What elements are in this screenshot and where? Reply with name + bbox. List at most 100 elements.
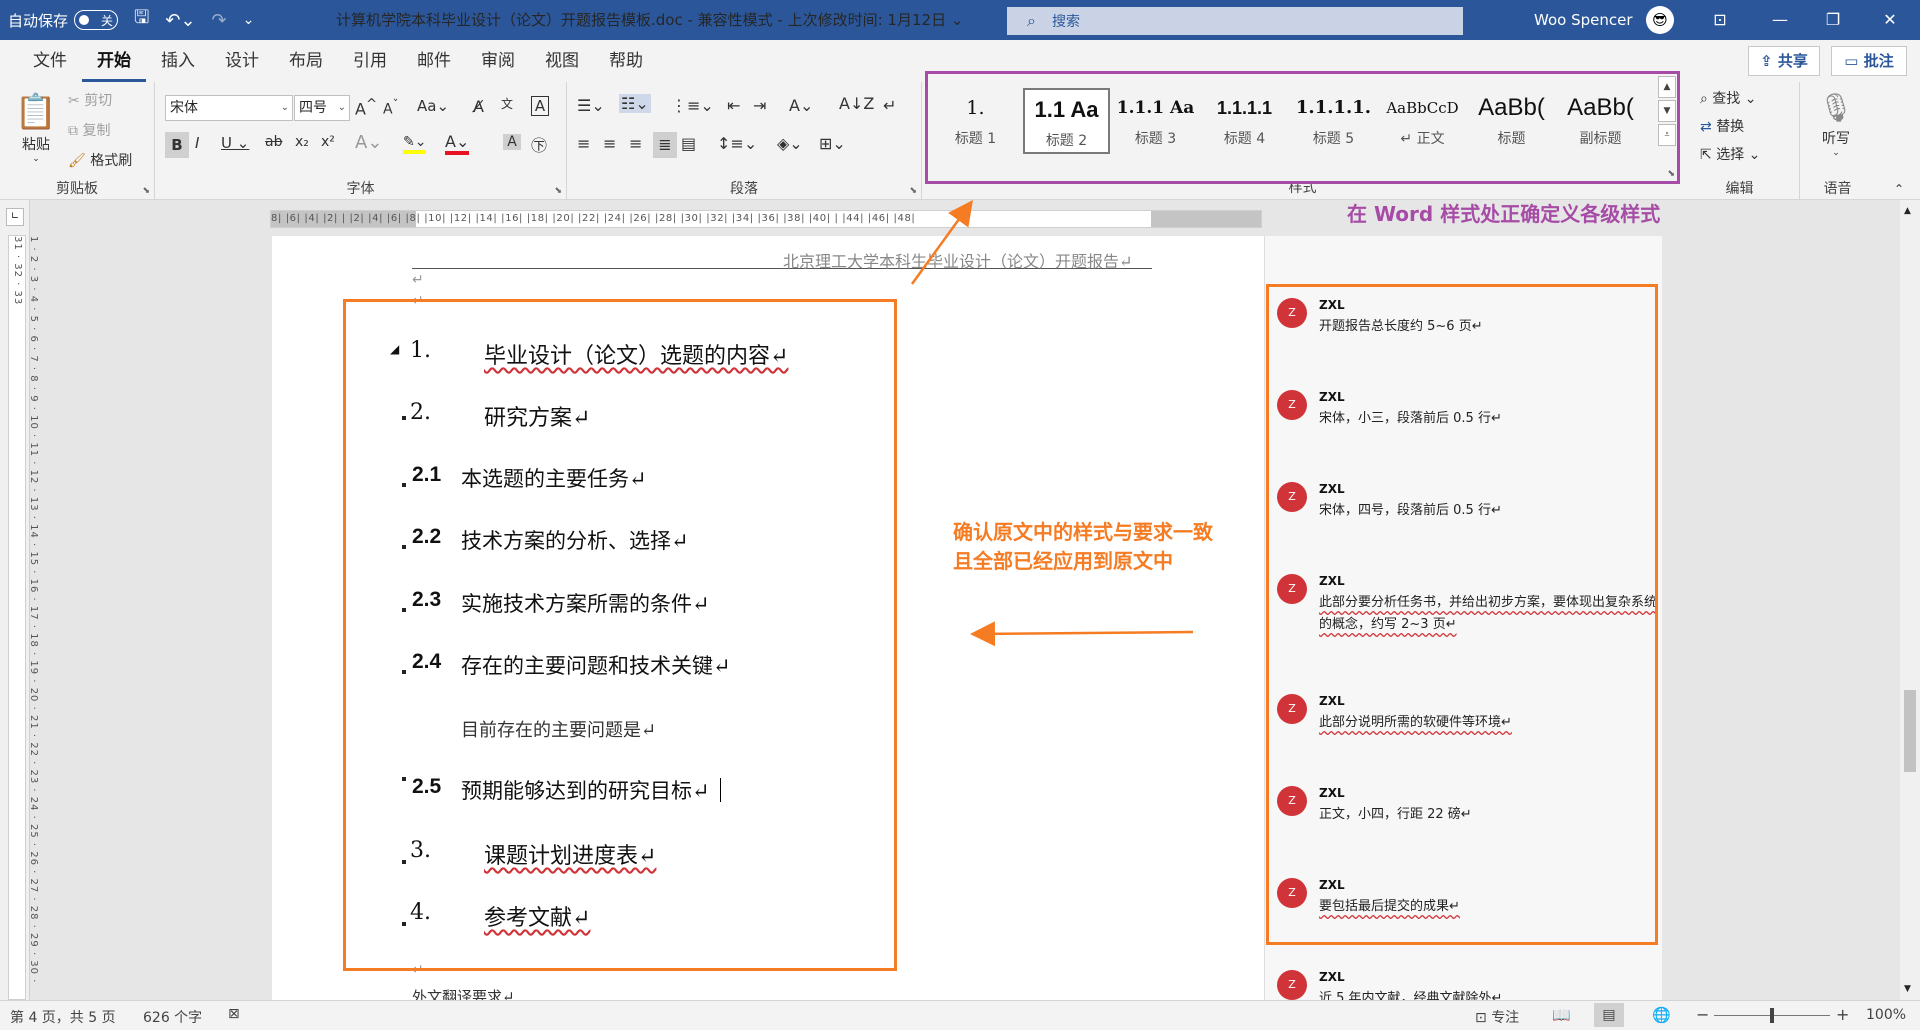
zoom-level[interactable]: 100% bbox=[1866, 1007, 1906, 1023]
show-marks-icon[interactable]: ↵ bbox=[883, 96, 896, 115]
zoom-out-icon[interactable]: − bbox=[1696, 1005, 1709, 1024]
shading-icon[interactable]: ◈⌄ bbox=[777, 134, 803, 153]
font-color-icon[interactable]: A⌄ bbox=[445, 132, 470, 155]
style-subtitle[interactable]: AaBb(副标题 bbox=[1557, 88, 1644, 154]
multilevel-list-icon[interactable]: ⋮≡⌄ bbox=[671, 96, 714, 115]
italic-icon[interactable]: I bbox=[195, 134, 199, 152]
distributed-icon[interactable]: ▤ bbox=[681, 134, 696, 153]
zoom-slider-thumb[interactable] bbox=[1770, 1008, 1774, 1023]
share-button[interactable]: ⇪ 共享 bbox=[1748, 46, 1820, 76]
maximize-icon[interactable]: ❐ bbox=[1803, 0, 1863, 40]
autosave-toggle[interactable]: 关 bbox=[74, 10, 119, 30]
decrease-indent-icon[interactable]: ⇤ bbox=[727, 96, 740, 115]
gallery-scroll-down-icon[interactable]: ▼ bbox=[1658, 100, 1676, 122]
dialog-launcher-icon[interactable]: ⬊ bbox=[142, 186, 150, 196]
tab-insert[interactable]: 插入 bbox=[146, 40, 210, 82]
gallery-scroll-up-icon[interactable]: ▲ bbox=[1658, 76, 1676, 98]
underline-icon[interactable]: U ⌄ bbox=[221, 134, 249, 152]
align-right-icon[interactable]: ≡ bbox=[629, 134, 642, 153]
line-spacing-icon[interactable]: ↕≡⌄ bbox=[717, 134, 757, 153]
focus-button[interactable]: ⊡ 专注 bbox=[1475, 1007, 1519, 1027]
format-painter-button[interactable]: 🖌 格式刷 bbox=[68, 150, 132, 170]
search-box[interactable]: ⌕ 搜索 bbox=[1007, 7, 1463, 35]
numbering-icon[interactable]: ☷⌄ bbox=[619, 94, 651, 113]
style-heading-5[interactable]: 1.1.1.1. 标题 5 bbox=[1290, 88, 1377, 154]
scroll-down-icon[interactable]: ▼ bbox=[1904, 984, 1911, 994]
ribbon-display-icon[interactable]: ⊡ bbox=[1690, 0, 1750, 40]
read-mode-icon[interactable]: 📖 bbox=[1552, 1006, 1571, 1024]
justify-icon[interactable]: ≣ bbox=[653, 132, 677, 158]
tab-help[interactable]: 帮助 bbox=[594, 40, 658, 82]
cut-button[interactable]: ✂ 剪切 bbox=[68, 90, 112, 110]
undo-icon[interactable]: ↶⌄ bbox=[157, 0, 203, 40]
find-button[interactable]: ⌕ 查找 ⌄ bbox=[1700, 88, 1756, 108]
tab-review[interactable]: 审阅 bbox=[466, 40, 530, 82]
avatar[interactable]: 😎 bbox=[1646, 6, 1674, 34]
word-count[interactable]: 626 个字 bbox=[143, 1007, 202, 1027]
increase-indent-icon[interactable]: ⇥ bbox=[753, 96, 766, 115]
tab-home[interactable]: 开始 bbox=[82, 40, 146, 82]
zoom-in-icon[interactable]: + bbox=[1836, 1005, 1849, 1024]
web-layout-icon[interactable]: 🌐 bbox=[1652, 1006, 1671, 1024]
bullets-icon[interactable]: ☰⌄ bbox=[577, 96, 605, 115]
tab-selector-icon[interactable]: ∟ bbox=[6, 208, 24, 226]
replace-button[interactable]: ⇄ 替换 bbox=[1700, 116, 1744, 136]
bold-icon[interactable]: B bbox=[165, 132, 189, 158]
text-effects-icon[interactable]: A⌄ bbox=[355, 132, 382, 153]
enclosed-characters-icon[interactable]: ㊦ bbox=[531, 132, 547, 156]
tab-file[interactable]: 文件 bbox=[18, 40, 82, 82]
comments-button[interactable]: ▭ 批注 bbox=[1831, 46, 1907, 76]
clear-formatting-icon[interactable]: A̸ bbox=[473, 97, 484, 116]
style-heading-3[interactable]: 1.1.1 Aa 标题 3 bbox=[1112, 88, 1199, 154]
autosave-control[interactable]: 自动保存 关 bbox=[0, 0, 126, 40]
font-size-box[interactable]: 四号 ⌄ bbox=[294, 95, 350, 121]
page-count[interactable]: 第 4 页，共 5 页 bbox=[10, 1007, 116, 1027]
sort-icon[interactable]: A↓Z bbox=[839, 94, 874, 113]
redo-icon[interactable]: ↷ bbox=[204, 0, 235, 40]
align-center-icon[interactable]: ≡ bbox=[603, 134, 616, 153]
tab-layout[interactable]: 布局 bbox=[274, 40, 338, 82]
document-title[interactable]: 计算机学院本科毕业设计（论文）开题报告模板.doc - 兼容性模式 - 上次修改… bbox=[336, 0, 963, 40]
style-normal[interactable]: AaBbCcD ↵ 正文 bbox=[1379, 88, 1466, 154]
select-button[interactable]: ⇱ 选择 ⌄ bbox=[1700, 144, 1760, 164]
borders-icon[interactable]: ⊞⌄ bbox=[819, 134, 846, 153]
character-border-icon[interactable]: A bbox=[531, 96, 549, 116]
tab-view[interactable]: 视图 bbox=[530, 40, 594, 82]
dialog-launcher-icon[interactable]: ⬊ bbox=[909, 186, 917, 196]
tab-design[interactable]: 设计 bbox=[210, 40, 274, 82]
superscript-icon[interactable]: x² bbox=[321, 134, 335, 150]
close-icon[interactable]: ✕ bbox=[1860, 0, 1920, 40]
subscript-icon[interactable]: x₂ bbox=[295, 134, 309, 150]
style-heading-1[interactable]: 1. 标题 1 bbox=[932, 88, 1019, 154]
dialog-launcher-icon[interactable]: ⬊ bbox=[554, 186, 562, 196]
user-name[interactable]: Woo Spencer bbox=[1534, 0, 1633, 40]
minimize-icon[interactable]: — bbox=[1750, 0, 1810, 40]
style-heading-4[interactable]: 1.1.1.1 标题 4 bbox=[1201, 88, 1288, 154]
copy-button[interactable]: ⧉ 复制 bbox=[68, 120, 110, 140]
horizontal-ruler[interactable]: 8| |6| |4| |2| | |2| |4| |6| |8| |10| |1… bbox=[270, 210, 1262, 228]
style-title[interactable]: AaBb(标题 bbox=[1468, 88, 1555, 154]
style-heading-2[interactable]: 1.1 Aa 标题 2 bbox=[1023, 88, 1110, 154]
collapse-ribbon-icon[interactable]: ⌃ bbox=[1894, 182, 1904, 196]
character-shading-icon[interactable]: A bbox=[503, 134, 521, 150]
save-icon[interactable]: 🖫 bbox=[126, 0, 157, 40]
align-left-icon[interactable]: ≡ bbox=[577, 134, 590, 153]
proofing-icon[interactable]: ⊠ bbox=[228, 1006, 240, 1022]
scroll-up-icon[interactable]: ▲ bbox=[1904, 206, 1911, 216]
gallery-more-icon[interactable]: ⩡ bbox=[1658, 124, 1676, 146]
shrink-font-icon[interactable]: Aˇ bbox=[383, 97, 398, 118]
tab-mailings[interactable]: 邮件 bbox=[402, 40, 466, 82]
change-case-icon[interactable]: Aa⌄ bbox=[417, 97, 449, 115]
strikethrough-icon[interactable]: ab bbox=[265, 134, 282, 150]
print-layout-icon[interactable]: ▤ bbox=[1594, 1003, 1624, 1027]
vertical-scrollbar[interactable]: ▲ ▼ bbox=[1900, 200, 1920, 1000]
vertical-ruler[interactable]: 1 · 2 · 3 · 4 · 5 · 6 · 7 · 8 · 9 · 10 ·… bbox=[8, 235, 39, 1000]
comment-card[interactable]: Z ZXL 近 5 年内文献，经典文献除外↵ bbox=[1275, 970, 1655, 1000]
asian-layout-icon[interactable]: A⌄ bbox=[789, 96, 813, 115]
dialog-launcher-icon[interactable]: ⬊ bbox=[1667, 169, 1675, 179]
paste-button[interactable]: 📋 粘贴 ⌄ bbox=[12, 90, 60, 164]
scroll-thumb[interactable] bbox=[1904, 690, 1916, 772]
customize-qat-icon[interactable]: ⌄ bbox=[235, 0, 263, 40]
tab-references[interactable]: 引用 bbox=[338, 40, 402, 82]
phonetic-guide-icon[interactable]: 文 bbox=[501, 95, 513, 112]
